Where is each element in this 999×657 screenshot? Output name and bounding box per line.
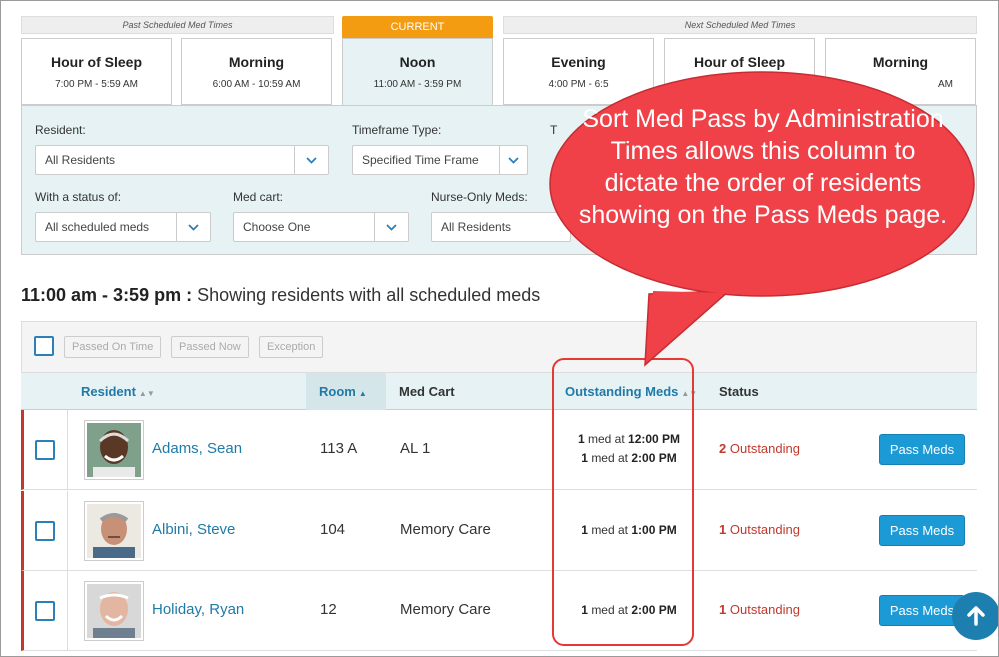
sort-up-icon: ▲ bbox=[358, 389, 367, 398]
outstanding-column-highlight bbox=[552, 358, 694, 646]
column-room-label: Room bbox=[319, 384, 356, 399]
column-status: Status bbox=[719, 384, 759, 399]
resident-room: 12 bbox=[320, 601, 337, 618]
next-times-label: Next Scheduled Med Times bbox=[503, 16, 977, 34]
pass-meds-button[interactable]: Pass Meds bbox=[879, 515, 965, 546]
timeframe-label: Timeframe Type: bbox=[352, 123, 442, 137]
tab-morning-past[interactable]: Morning 6:00 AM - 10:59 AM bbox=[181, 38, 332, 105]
avatar bbox=[84, 420, 144, 480]
column-room[interactable]: Room ▲ bbox=[319, 373, 367, 410]
resident-room: 104 bbox=[320, 521, 346, 538]
row-checkbox-cell bbox=[24, 571, 68, 651]
resident-select-value: All Residents bbox=[45, 153, 116, 167]
column-resident[interactable]: Resident ▲▼ bbox=[81, 373, 155, 410]
chevron-down-icon bbox=[294, 146, 328, 174]
resident-name-link[interactable]: Adams, Sean bbox=[152, 440, 242, 457]
resident-photo bbox=[87, 504, 141, 558]
resident-select[interactable]: All Residents bbox=[35, 145, 329, 175]
medcart-select[interactable]: Choose One bbox=[233, 212, 409, 242]
avatar bbox=[84, 501, 144, 561]
slot-name: Evening bbox=[551, 54, 606, 70]
resident-med-cart: AL 1 bbox=[400, 440, 431, 457]
resident-filter-label: Resident: bbox=[35, 123, 86, 137]
status-badge: 2 Outstanding bbox=[719, 441, 800, 456]
timeframe-select[interactable]: Specified Time Frame bbox=[352, 145, 528, 175]
resident-name-link[interactable]: Albini, Steve bbox=[152, 521, 235, 538]
resident-name-link[interactable]: Holiday, Ryan bbox=[152, 601, 244, 618]
exception-button[interactable]: Exception bbox=[259, 336, 324, 358]
medcart-filter-label: Med cart: bbox=[233, 190, 284, 204]
resident-room: 113 A bbox=[320, 440, 358, 457]
row-checkbox[interactable] bbox=[35, 601, 55, 621]
slot-time: 7:00 PM - 5:59 AM bbox=[55, 79, 138, 90]
page-heading: 11:00 am - 3:59 pm : Showing residents w… bbox=[21, 285, 540, 306]
timeframe-select-value: Specified Time Frame bbox=[362, 153, 479, 167]
slot-name: Hour of Sleep bbox=[693, 54, 785, 70]
tab-hour-of-sleep-past[interactable]: Hour of Sleep 7:00 PM - 5:59 AM bbox=[21, 38, 172, 105]
medcart-select-value: Choose One bbox=[243, 220, 311, 234]
status-badge: 1 Outstanding bbox=[719, 522, 800, 537]
current-times-label: CURRENT bbox=[342, 16, 493, 38]
status-badge: 1 Outstanding bbox=[719, 602, 800, 617]
table-row: Holiday, Ryan 12 Memory Care 1 med at 2:… bbox=[21, 571, 977, 651]
passed-now-button[interactable]: Passed Now bbox=[171, 336, 249, 358]
resident-med-cart: Memory Care bbox=[400, 601, 491, 618]
chevron-down-icon bbox=[176, 213, 210, 241]
status-select-value: All scheduled meds bbox=[45, 220, 150, 234]
nurse-only-filter-label: Nurse-Only Meds: bbox=[431, 190, 528, 204]
sort-icon: ▲▼ bbox=[138, 389, 155, 398]
table-row: Adams, Sean 113 A AL 1 1 med at 12:00 PM… bbox=[21, 410, 977, 490]
status-select[interactable]: All scheduled meds bbox=[35, 212, 211, 242]
scroll-to-top-button[interactable] bbox=[952, 592, 998, 640]
passed-on-time-button[interactable]: Passed On Time bbox=[64, 336, 162, 358]
arrow-up-icon bbox=[967, 606, 985, 626]
pass-meds-button[interactable]: Pass Meds bbox=[879, 434, 965, 465]
row-checkbox[interactable] bbox=[35, 521, 55, 541]
table-header: Resident ▲▼ Room ▲ Med Cart Outstanding Me… bbox=[21, 373, 977, 410]
nurse-only-select-value: All Residents bbox=[441, 220, 512, 234]
heading-range: 11:00 am - 3:59 pm : bbox=[21, 285, 193, 305]
status-filter-label: With a status of: bbox=[35, 190, 122, 204]
chevron-down-icon bbox=[374, 213, 408, 241]
past-times-label: Past Scheduled Med Times bbox=[21, 16, 334, 34]
select-all-checkbox[interactable] bbox=[34, 336, 54, 356]
slot-name: Hour of Sleep bbox=[50, 54, 142, 70]
slot-time: 11:00 AM - 3:59 PM bbox=[373, 79, 462, 90]
slot-time: 6:00 AM - 10:59 AM bbox=[212, 79, 301, 90]
resident-photo bbox=[87, 423, 141, 477]
column-med-cart: Med Cart bbox=[399, 384, 455, 399]
row-checkbox-cell bbox=[24, 491, 68, 571]
column-resident-label: Resident bbox=[81, 384, 136, 399]
slot-name: Morning bbox=[872, 54, 929, 70]
resident-med-cart: Memory Care bbox=[400, 521, 491, 538]
resident-photo bbox=[87, 584, 141, 638]
row-checkbox-cell bbox=[24, 410, 68, 490]
row-checkbox[interactable] bbox=[35, 440, 55, 460]
slot-name: Noon bbox=[399, 54, 436, 70]
callout-text: Sort Med Pass by Administration Times al… bbox=[578, 105, 948, 229]
heading-description: Showing residents with all scheduled med… bbox=[197, 285, 541, 305]
avatar bbox=[84, 581, 144, 641]
app-frame: Past Scheduled Med Times CURRENT Next Sc… bbox=[0, 0, 999, 657]
slot-name: Morning bbox=[228, 54, 285, 70]
chevron-down-icon bbox=[499, 146, 527, 174]
tab-noon-current[interactable]: Noon 11:00 AM - 3:59 PM bbox=[342, 38, 493, 108]
table-row: Albini, Steve 104 Memory Care 1 med at 1… bbox=[21, 491, 977, 571]
